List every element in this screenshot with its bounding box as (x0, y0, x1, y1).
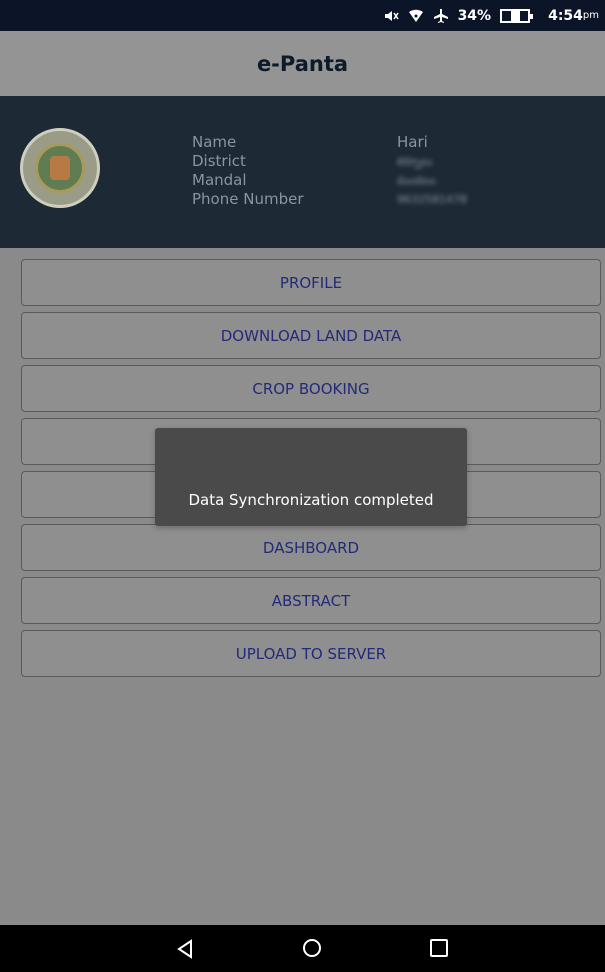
back-icon[interactable] (172, 936, 198, 962)
emblem-ring (35, 143, 85, 193)
battery-icon (500, 8, 534, 23)
profile-values: Hari కర్నూలు మండలం 9632581478 (397, 133, 467, 209)
dashboard-button[interactable]: DASHBOARD (21, 524, 601, 571)
recent-apps-icon[interactable] (430, 939, 448, 957)
profile-labels: Name District Mandal Phone Number (192, 133, 304, 209)
crop-booking-button[interactable]: CROP BOOKING (21, 365, 601, 412)
sync-toast: Data Synchronization completed (155, 428, 467, 526)
toast-message: Data Synchronization completed (188, 491, 434, 509)
app-bar: e-Panta (0, 31, 605, 96)
upload-to-server-button[interactable]: UPLOAD TO SERVER (21, 630, 601, 677)
battery-percent: 34% (457, 7, 492, 24)
value-mandal: మండలం (397, 174, 436, 187)
value-phone: 9632581478 (397, 193, 467, 206)
clock: 4:54 pm (539, 8, 599, 24)
clock-suffix: pm (582, 10, 599, 21)
wifi-icon (408, 9, 424, 23)
value-district: కర్నూలు (397, 155, 433, 168)
label-name: Name (192, 133, 237, 151)
government-emblem-icon (20, 128, 100, 208)
value-name: Hari (397, 133, 428, 151)
home-icon[interactable] (303, 939, 321, 957)
label-district: District (192, 152, 246, 170)
airplane-icon (433, 8, 449, 24)
label-mandal: Mandal (192, 171, 247, 189)
app-title: e-Panta (256, 51, 349, 76)
label-phone: Phone Number (192, 190, 304, 208)
navigation-bar (0, 925, 605, 972)
status-bar: 34% 4:54 pm (0, 0, 605, 31)
download-land-data-button[interactable]: DOWNLOAD LAND DATA (21, 312, 601, 359)
clock-time: 4:54 (548, 7, 583, 24)
mute-icon (383, 9, 399, 23)
emblem-core (50, 156, 70, 180)
abstract-button[interactable]: ABSTRACT (21, 577, 601, 624)
profile-button[interactable]: PROFILE (21, 259, 601, 306)
